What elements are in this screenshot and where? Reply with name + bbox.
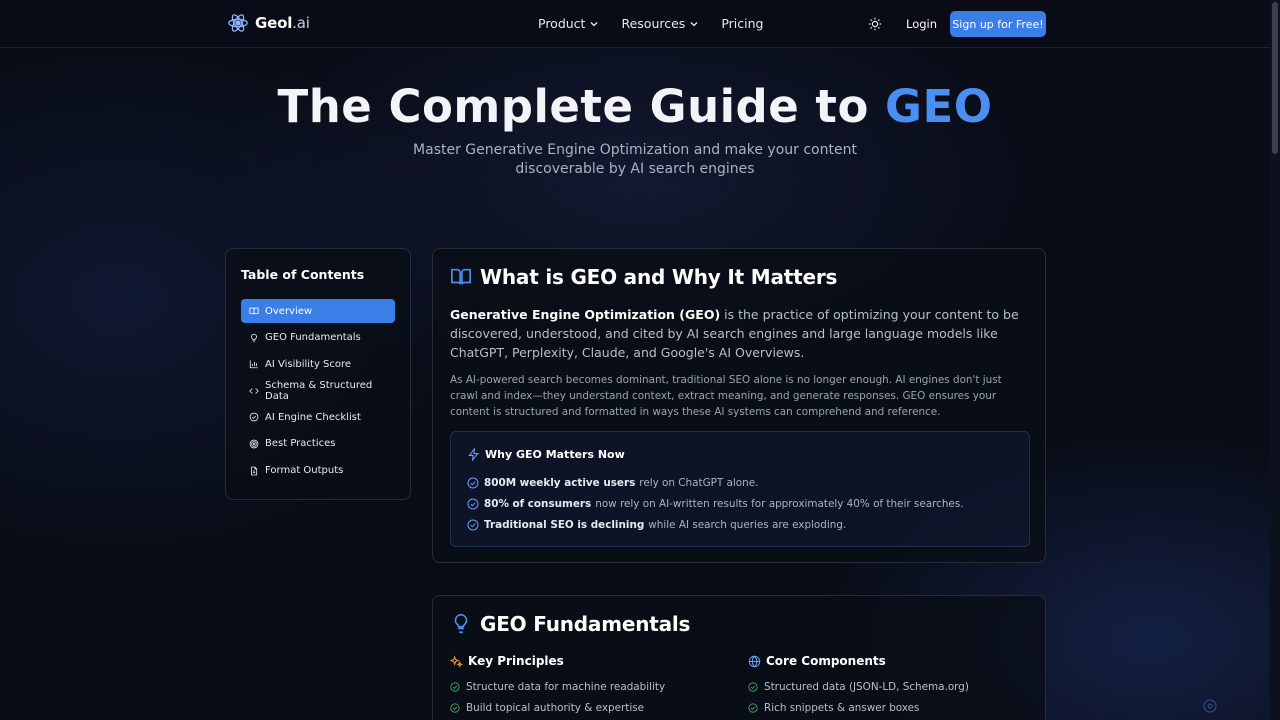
component-text: Structured data (JSON-LD, Schema.org) [764,680,969,693]
signup-button[interactable]: Sign up for Free! [950,11,1046,37]
toc-list: Overview GEO Fundamentals AI Visibility … [241,299,395,485]
target-icon [249,439,259,449]
core-components-heading: Core Components [766,654,886,668]
why-item-bold: 800M weekly active users [484,476,636,489]
sparkles-icon [450,654,463,668]
sun-icon[interactable] [867,16,883,32]
main-nav: Product Resources Pricing [538,16,785,31]
list-item: 800M weekly active users rely on ChatGPT … [467,472,964,493]
why-item-bold: Traditional SEO is declining [484,519,645,532]
list-item: Rich snippets & answer boxes [748,697,969,718]
atom-logo-icon [228,14,248,32]
chevron-down-icon [591,21,598,26]
overview-lead-bold: Generative Engine Optimization (GEO) [450,307,721,322]
key-principles-header: Key Principles [450,654,665,668]
list-item: Build topical authority & expertise [450,697,665,718]
why-item-text: now rely on AI-written results for appro… [595,497,964,510]
badge-icon [1203,699,1217,713]
list-item: Structure data for machine readability [450,676,665,697]
check-circle-icon [748,703,758,713]
nav-product[interactable]: Product [538,16,599,31]
logo-text: Geol.ai [255,14,310,32]
toc-item-ai-visibility-score[interactable]: AI Visibility Score [241,352,395,376]
key-principles-column: Key Principles Structure data for machin… [450,654,665,719]
page-title: The Complete Guide to GEO [0,80,1270,133]
why-item-bold: 80% of consumers [484,497,592,510]
site-header: Geol.ai Product Resources Pricing Login … [0,0,1270,48]
why-item-text: while AI search queries are exploding. [648,519,847,532]
overview-heading: What is GEO and Why It Matters [480,265,838,289]
principle-text: Structure data for machine readability [466,680,666,693]
lightbulb-icon [454,614,468,634]
check-circle-icon [467,477,479,489]
file-icon [251,466,258,475]
fundamentals-section: GEO Fundamentals Key Principles Structur… [432,595,1046,720]
toc-item-format-outputs[interactable]: Format Outputs [241,459,395,483]
toc-item-ai-engine-checklist[interactable]: AI Engine Checklist [241,405,395,429]
toc-item-label: Overview [265,305,313,317]
list-item: Structured data (JSON-LD, Schema.org) [748,676,969,697]
book-icon [249,307,259,315]
toc-item-geo-fundamentals[interactable]: GEO Fundamentals [241,326,395,350]
why-heading: Why GEO Matters Now [485,448,625,461]
fundamentals-header: GEO Fundamentals [450,612,690,636]
scrollbar-thumb[interactable] [1272,2,1278,154]
nav-pricing-label: Pricing [721,16,764,31]
toc-item-label: Best Practices [265,438,336,450]
page-title-main: The Complete Guide to [277,80,886,133]
overview-header: What is GEO and Why It Matters [450,265,837,289]
chevron-down-icon [690,21,698,26]
login-link[interactable]: Login [906,17,937,31]
page-subtitle: Master Generative Engine Optimization an… [413,142,857,177]
check-circle-icon [467,498,479,510]
scrollbar-track[interactable] [1270,0,1280,720]
table-of-contents: Table of Contents Overview GEO Fundament… [225,248,411,500]
why-list: 800M weekly active users rely on ChatGPT … [467,472,964,536]
check-circle-icon [467,519,479,531]
check-circle-icon [249,413,259,422]
lightning-icon [468,448,479,461]
toc-item-overview[interactable]: Overview [241,299,395,323]
list-item: 80% of consumers now rely on AI-written r… [467,493,964,514]
overview-lead: Generative Engine Optimization (GEO) is … [450,305,1030,362]
globe-icon [748,655,761,667]
core-components-header: Core Components [748,654,969,668]
nav-product-label: Product [538,16,586,31]
toc-item-label: GEO Fundamentals [265,332,361,344]
code-icon [249,387,259,394]
why-item-text: rely on ChatGPT alone. [639,476,759,489]
overview-section: What is GEO and Why It Matters Generativ… [432,248,1046,563]
fundamentals-heading: GEO Fundamentals [480,612,691,636]
list-item: Traditional SEO is declining while AI sea… [467,515,964,536]
core-components-column: Core Components Structured data (JSON-LD… [748,654,969,719]
check-circle-icon [748,682,758,692]
toc-title: Table of Contents [241,267,365,282]
toc-item-label: Schema & Structured Data [265,379,373,402]
toc-item-schema[interactable]: Schema & Structured Data [241,379,395,403]
why-header: Why GEO Matters Now [467,448,625,461]
lightbulb-icon [251,333,257,342]
toc-item-label: Format Outputs [265,465,344,477]
toc-item-label: AI Visibility Score [265,358,352,370]
key-principles-heading: Key Principles [468,654,564,668]
nav-resources-label: Resources [621,16,686,31]
check-circle-icon [450,703,460,713]
nav-resources[interactable]: Resources [621,16,699,31]
book-icon [451,268,471,285]
logo-suffix: .ai [292,14,310,32]
logo-name: Geol [255,14,293,32]
toc-item-best-practices[interactable]: Best Practices [241,432,395,456]
component-text: Rich snippets & answer boxes [764,701,920,714]
logo[interactable]: Geol.ai [227,12,310,34]
check-circle-icon [450,682,460,692]
principle-text: Build topical authority & expertise [466,701,645,714]
toc-item-label: AI Engine Checklist [265,411,361,423]
why-geo-callout: Why GEO Matters Now 800M weekly active u… [450,431,1030,547]
overview-body: As AI-powered search becomes dominant, t… [450,374,1002,418]
bar-chart-icon [249,360,258,369]
nav-pricing[interactable]: Pricing [721,16,763,31]
page-title-accent: GEO [885,80,993,133]
